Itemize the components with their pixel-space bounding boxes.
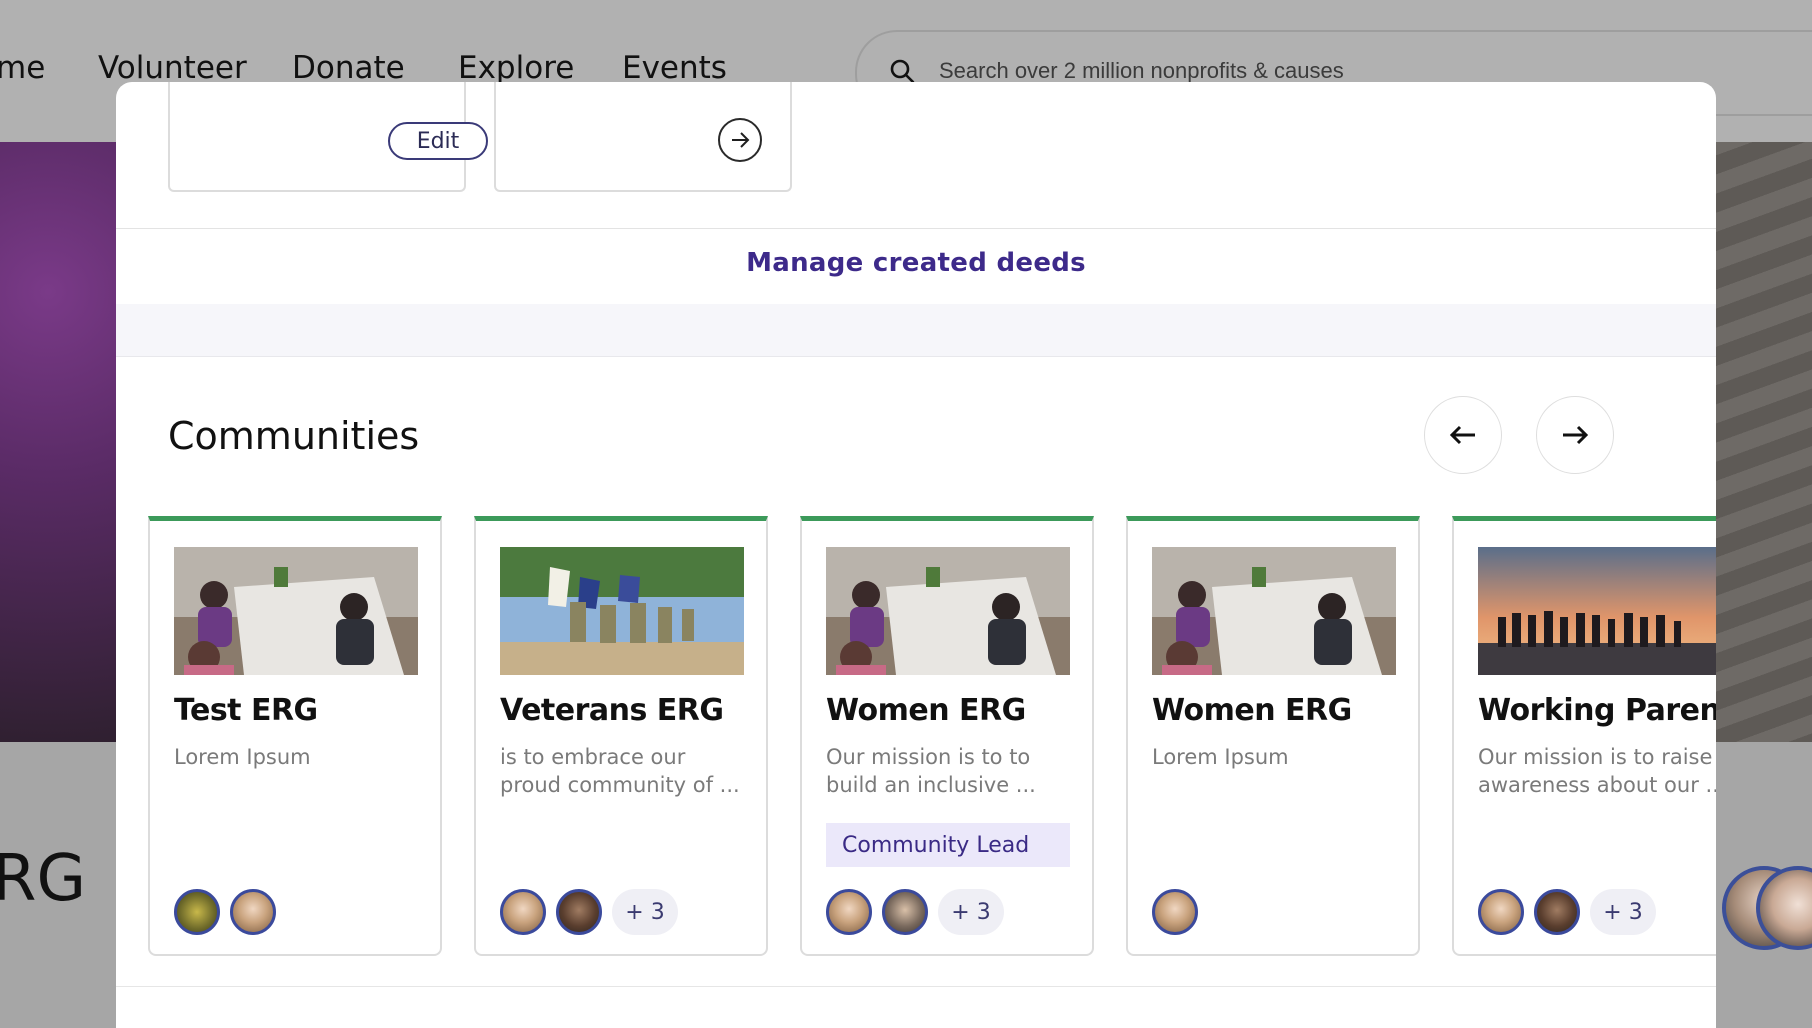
community-card[interactable]: Women ERG Lorem Ipsum: [1126, 516, 1420, 956]
avatar: [882, 889, 928, 935]
nav-item-events[interactable]: Events: [622, 50, 727, 86]
avatar: [500, 889, 546, 935]
divider: [116, 228, 1716, 229]
divider: [116, 986, 1716, 987]
arrow-right-icon: [1563, 425, 1589, 445]
carousel-next-button[interactable]: [1536, 396, 1614, 474]
community-image-office: [1152, 547, 1396, 675]
arrow-left-icon: [1449, 425, 1475, 445]
member-avatars: + 3: [1478, 887, 1656, 937]
avatar: [826, 889, 872, 935]
community-name: Working Paren...: [1478, 693, 1716, 728]
background-hero-deck: [1700, 142, 1812, 742]
community-name: Veterans ERG: [500, 693, 724, 728]
community-image-veterans: [500, 547, 744, 675]
manage-created-deeds-link[interactable]: Manage created deeds: [116, 248, 1716, 278]
avatar: [556, 889, 602, 935]
avatar: [1534, 889, 1580, 935]
community-name: Women ERG: [1152, 693, 1352, 728]
nav-item-donate[interactable]: Donate: [292, 50, 405, 86]
community-lead-badge: Community Lead: [826, 823, 1070, 867]
more-members-badge[interactable]: + 3: [612, 889, 678, 935]
community-description: Lorem Ipsum: [1152, 745, 1289, 769]
community-name: Women ERG: [826, 693, 1026, 728]
community-name: Test ERG: [174, 693, 318, 728]
community-description: Our mission is to to build an inclusive …: [826, 745, 1036, 797]
avatar: [174, 889, 220, 935]
avatar: [1478, 889, 1524, 935]
nav-item-home[interactable]: me: [0, 50, 45, 86]
avatar: [1152, 889, 1198, 935]
background-page-title: RG: [0, 842, 87, 916]
section-separator: [116, 304, 1716, 357]
community-card[interactable]: Veterans ERG is to embrace our proud com…: [474, 516, 768, 956]
more-members-badge[interactable]: + 3: [938, 889, 1004, 935]
community-image-sunset: [1478, 547, 1716, 675]
search-placeholder: Search over 2 million nonprofits & cause…: [939, 58, 1344, 83]
member-avatars: + 3: [826, 887, 1004, 937]
community-image-office: [826, 547, 1070, 675]
nav-item-volunteer[interactable]: Volunteer: [98, 50, 247, 86]
member-avatars: [1152, 887, 1208, 937]
deed-card[interactable]: [494, 82, 792, 192]
community-description: is to embrace our proud community of ...: [500, 745, 740, 797]
deed-card[interactable]: Edit: [168, 82, 488, 192]
community-description: Our mission is to raise awareness about …: [1478, 745, 1716, 797]
edit-button[interactable]: Edit: [388, 122, 488, 160]
community-card[interactable]: Women ERG Our mission is to to build an …: [800, 516, 1094, 956]
modal-dialog: Edit Manage created deeds Communities Te…: [116, 82, 1716, 1028]
community-description: Lorem Ipsum: [174, 745, 311, 769]
member-avatars: + 3: [500, 887, 678, 937]
communities-heading: Communities: [168, 414, 420, 458]
search-icon: [890, 59, 915, 84]
community-image-office: [174, 547, 418, 675]
more-members-badge[interactable]: + 3: [1590, 889, 1656, 935]
carousel-prev-button[interactable]: [1424, 396, 1502, 474]
arrow-right-circle-icon[interactable]: [718, 118, 762, 162]
member-avatars: [174, 887, 286, 937]
community-card[interactable]: Test ERG Lorem Ipsum: [148, 516, 442, 956]
community-card[interactable]: Working Paren... Our mission is to raise…: [1452, 516, 1716, 956]
background-hero-person: [0, 142, 120, 742]
avatar: [230, 889, 276, 935]
nav-item-explore[interactable]: Explore: [458, 50, 574, 86]
